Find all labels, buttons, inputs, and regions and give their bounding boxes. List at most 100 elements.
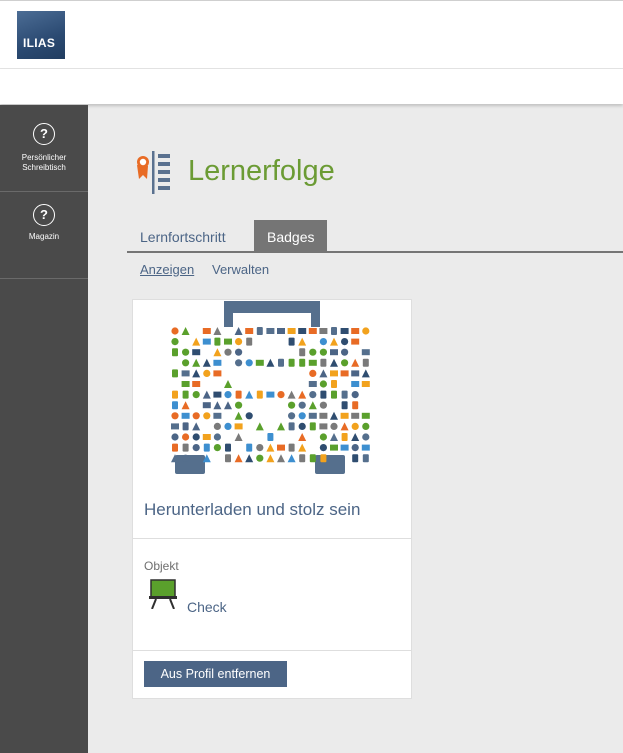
mosaic-icon (299, 358, 306, 367)
mosaic-icon (181, 412, 190, 419)
mosaic-icon (319, 328, 328, 334)
mosaic-icon (352, 401, 359, 410)
mosaic-icon (340, 422, 349, 431)
mosaic-icon (224, 401, 232, 410)
mosaic-icon (319, 423, 328, 430)
mosaic-icon (319, 412, 328, 419)
divider (133, 650, 411, 651)
mosaic-icon (299, 454, 306, 463)
mosaic-icon (246, 443, 253, 452)
subtab-manage[interactable]: Verwalten (212, 262, 269, 277)
mosaic-icon (330, 444, 338, 451)
mosaic-icon (213, 391, 222, 398)
mosaic-icon (319, 369, 328, 378)
mosaic-icon (172, 443, 178, 452)
mosaic-icon (319, 444, 327, 452)
mosaic-icon (245, 328, 254, 334)
mosaic-icon (202, 338, 211, 345)
mainbar-item-personal-desktop[interactable]: ? Persönlicher Schreibtisch (0, 105, 88, 192)
mosaic-icon (235, 338, 243, 346)
mosaic-icon (341, 401, 348, 410)
mosaic-icon (235, 401, 243, 409)
mosaic-icon (362, 327, 370, 335)
subtab-show[interactable]: Anzeigen (140, 262, 194, 277)
mosaic-icon (309, 422, 316, 431)
mosaic-icon (319, 338, 327, 346)
mosaic-icon (266, 443, 275, 452)
tab-learning-progress[interactable]: Lernfortschritt (127, 220, 239, 251)
mosaic-icon (351, 422, 359, 430)
mosaic-icon (287, 454, 296, 463)
mosaic-icon (245, 412, 253, 420)
mosaic-icon (288, 422, 295, 431)
mosaic-icon (192, 422, 201, 431)
mosaic-icon (202, 402, 211, 409)
mosaic-icon (278, 358, 284, 367)
mosaic-icon (213, 444, 221, 452)
mosaic-icon (235, 359, 243, 367)
mosaic-icon (202, 328, 211, 334)
mosaic-icon (299, 348, 306, 357)
main-bar: ? Persönlicher Schreibtisch ? Magazin (0, 105, 88, 753)
mosaic-icon (192, 391, 200, 399)
mosaic-icon (309, 391, 317, 399)
mosaic-icon (225, 443, 231, 452)
mosaic-icon (341, 348, 349, 356)
mosaic-icon (266, 328, 275, 334)
mosaic-icon (203, 369, 211, 377)
mosaic-icon (172, 401, 178, 410)
mosaic-icon (298, 328, 307, 334)
mosaic-icon (277, 328, 285, 334)
mosaic-icon (277, 454, 285, 463)
ilias-logo[interactable]: ILIAS (17, 11, 65, 59)
mosaic-icon (351, 338, 360, 345)
mosaic-icon (192, 381, 201, 387)
mosaic-icon (277, 444, 285, 451)
page-title: Lernerfolge (188, 155, 335, 187)
mosaic-icon (224, 391, 232, 399)
mosaic-icon (362, 454, 369, 463)
mosaic-icon (277, 391, 285, 399)
mosaic-icon (308, 328, 317, 334)
mosaic-icon (288, 358, 295, 367)
mosaic-icon (214, 337, 221, 346)
mosaic-icon (213, 422, 221, 430)
mosaic-icon (308, 381, 317, 387)
mosaic-icon (181, 370, 190, 377)
mosaic-icon (255, 422, 264, 431)
mosaic-icon (266, 358, 275, 367)
mosaic-icon (213, 412, 222, 419)
mosaic-icon (181, 327, 190, 335)
mosaic-icon (309, 369, 317, 377)
tab-badges[interactable]: Badges (254, 220, 328, 251)
badge-image (171, 301, 370, 474)
mosaic-icon (320, 390, 327, 399)
mosaic-icon (320, 454, 327, 463)
mosaic-icon (330, 422, 338, 430)
mosaic-icon (288, 337, 295, 346)
mosaic-icon (277, 422, 285, 431)
question-circle-icon: ? (33, 204, 55, 226)
header: ILIAS (0, 1, 623, 69)
mosaic-icon (362, 433, 370, 441)
mosaic-icon (256, 327, 263, 335)
mosaic-icon (182, 348, 190, 356)
mosaic-icon (288, 412, 296, 420)
mosaic-icon (287, 390, 296, 399)
mosaic-icon (340, 370, 349, 377)
remove-from-profile-button[interactable]: Aus Profil entfernen (144, 661, 287, 687)
object-link[interactable]: Check (187, 599, 227, 615)
mainbar-item-label: Persönlicher Schreibtisch (21, 153, 67, 172)
mosaic-icon (182, 443, 189, 452)
mosaic-icon (192, 433, 200, 441)
mosaic-icon (340, 412, 349, 419)
mainbar-item-repository[interactable]: ? Magazin (0, 192, 88, 279)
mosaic-icon (225, 454, 231, 463)
mosaic-icon (266, 454, 275, 463)
mosaic-icon (330, 370, 338, 377)
mosaic-icon (361, 349, 370, 356)
mosaic-icon (224, 338, 232, 345)
mosaic-icon (192, 412, 200, 420)
mosaic-icon (361, 444, 370, 451)
mosaic-icon (308, 401, 317, 410)
